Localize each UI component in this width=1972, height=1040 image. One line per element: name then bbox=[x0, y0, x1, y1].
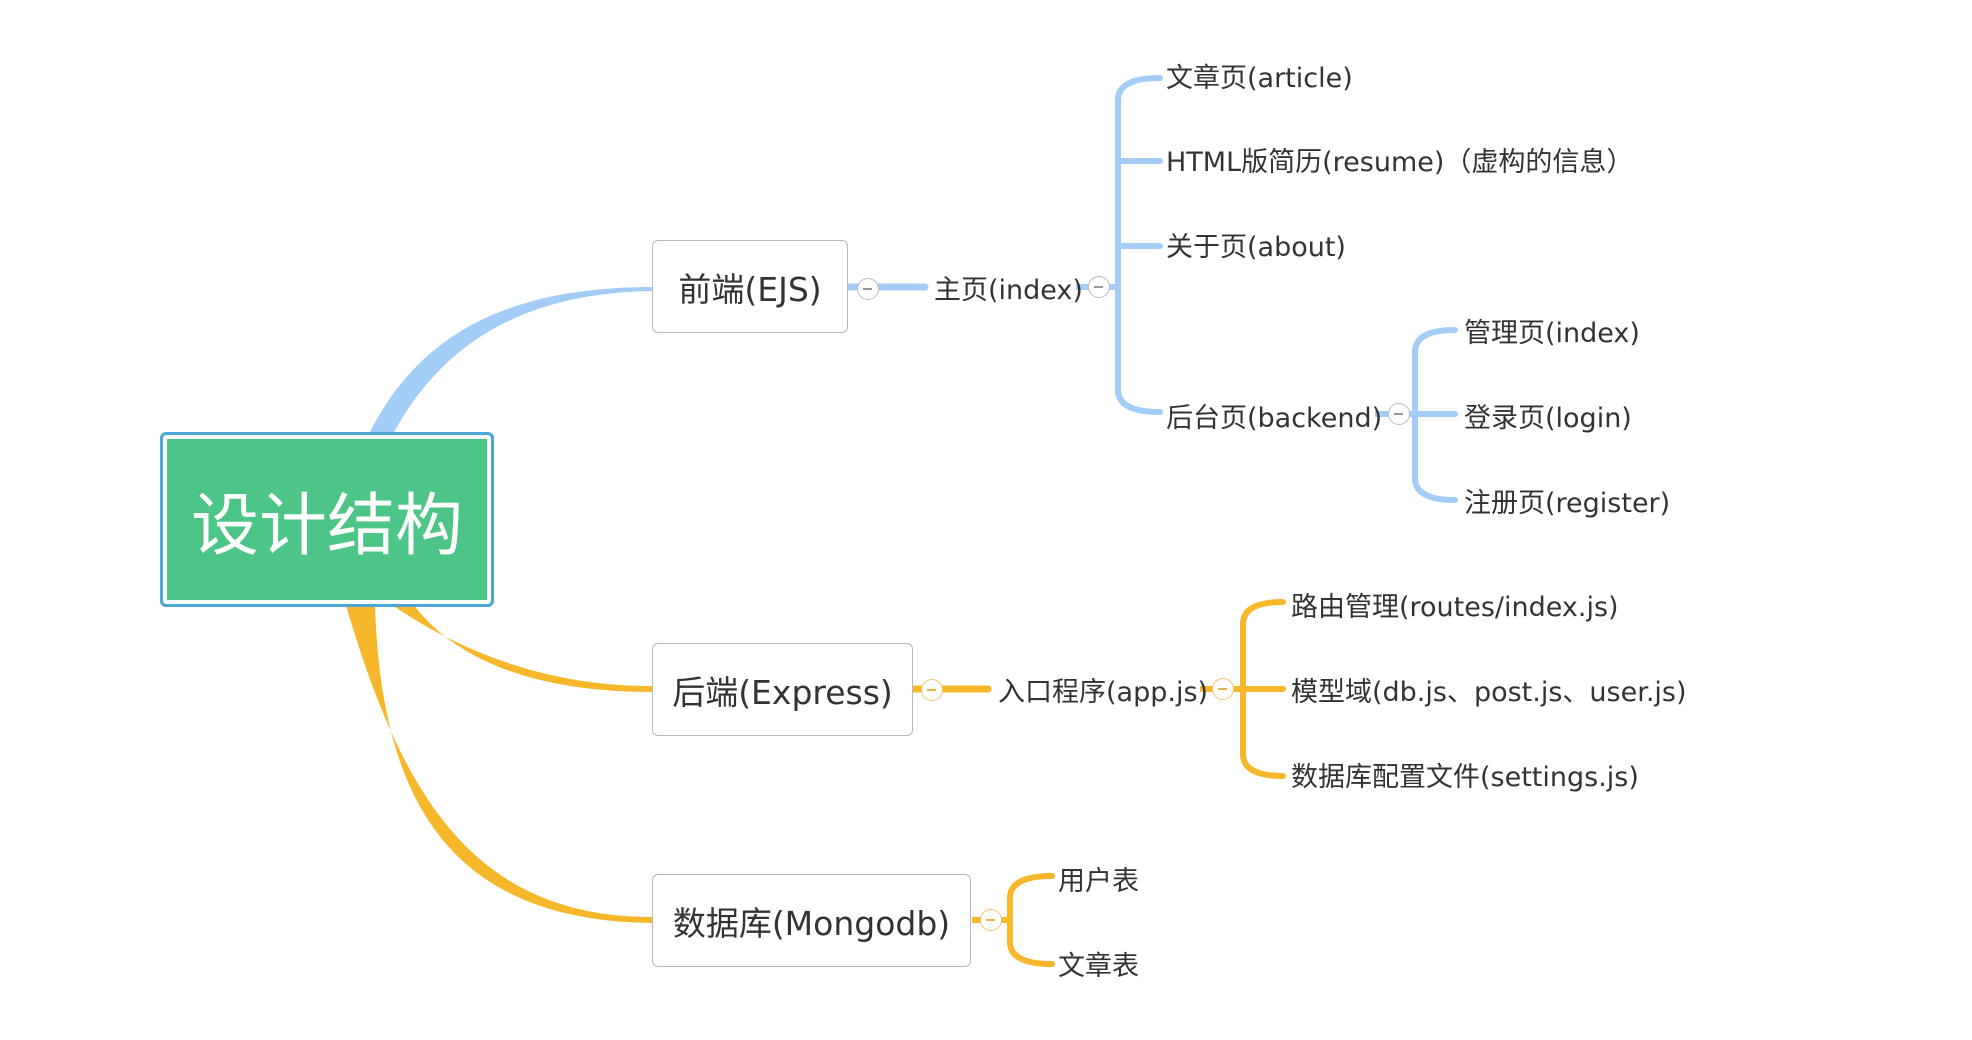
node-backend-label: 后端(Express) bbox=[672, 672, 893, 712]
node-frontend[interactable]: 前端(EJS) bbox=[652, 240, 848, 333]
node-users-table[interactable]: 用户表 bbox=[1058, 868, 1139, 895]
node-frontend-label: 前端(EJS) bbox=[678, 269, 822, 309]
bracket-database-tables bbox=[1007, 873, 1055, 967]
root-label: 设计结构 bbox=[190, 487, 463, 566]
bracket-frontend-pages bbox=[1115, 75, 1163, 415]
node-database-label: 数据库(Mongodb) bbox=[672, 903, 951, 943]
node-backend[interactable]: 后端(Express) bbox=[652, 643, 913, 736]
node-articles-table[interactable]: 文章表 bbox=[1058, 953, 1139, 980]
collapse-index-icon[interactable] bbox=[1088, 276, 1110, 298]
node-login[interactable]: 登录页(login) bbox=[1464, 405, 1632, 432]
connector-root-database bbox=[345, 602, 652, 923]
collapse-database-icon[interactable] bbox=[980, 909, 1002, 931]
node-admin-index[interactable]: 管理页(index) bbox=[1464, 320, 1640, 347]
node-models[interactable]: 模型域(db.js、post.js、user.js) bbox=[1291, 679, 1687, 706]
node-index[interactable]: 主页(index) bbox=[934, 277, 1083, 304]
collapse-frontend-icon[interactable] bbox=[857, 278, 879, 300]
node-entry[interactable]: 入口程序(app.js) bbox=[998, 679, 1208, 706]
bracket-backend-files bbox=[1240, 599, 1286, 779]
node-routes[interactable]: 路由管理(routes/index.js) bbox=[1291, 594, 1619, 621]
bracket-admin-pages bbox=[1412, 327, 1458, 503]
node-register[interactable]: 注册页(register) bbox=[1464, 490, 1670, 517]
node-database[interactable]: 数据库(Mongodb) bbox=[652, 874, 971, 967]
node-about[interactable]: 关于页(about) bbox=[1166, 234, 1346, 261]
root-node[interactable]: 设计结构 bbox=[160, 432, 494, 607]
collapse-backend-icon[interactable] bbox=[921, 679, 943, 701]
node-settings[interactable]: 数据库配置文件(settings.js) bbox=[1291, 764, 1639, 791]
node-resume[interactable]: HTML版简历(resume)（虚构的信息） bbox=[1166, 149, 1633, 176]
collapse-entry-icon[interactable] bbox=[1212, 678, 1234, 700]
connector-root-backend bbox=[385, 600, 652, 692]
connector-root-frontend bbox=[368, 287, 652, 436]
node-article[interactable]: 文章页(article) bbox=[1166, 65, 1353, 92]
node-backend-page[interactable]: 后台页(backend) bbox=[1166, 405, 1382, 432]
collapse-backend-page-icon[interactable] bbox=[1388, 403, 1410, 425]
